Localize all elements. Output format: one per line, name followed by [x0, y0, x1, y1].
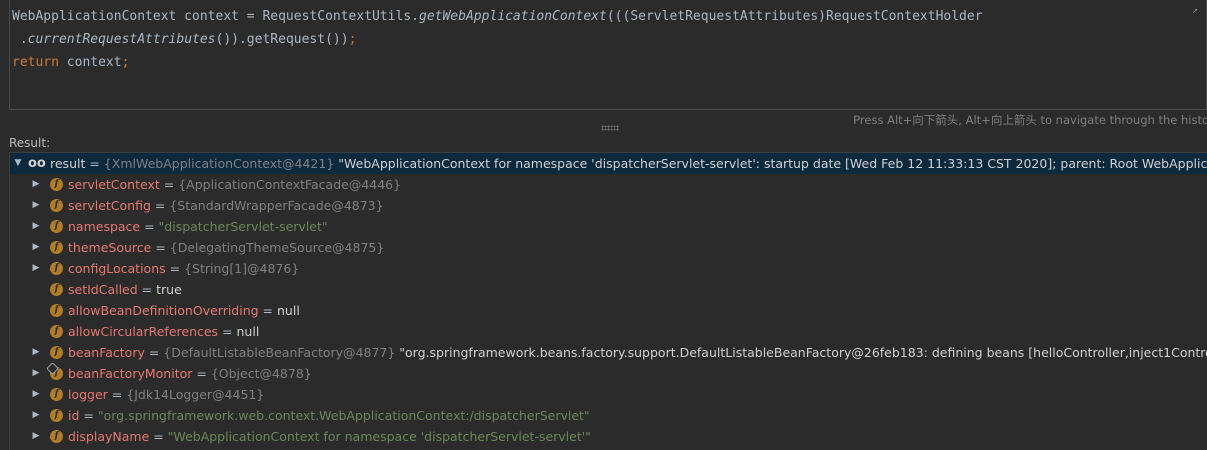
field-name: themeSource — [68, 240, 152, 255]
tree-row-allowBeanDefinitionOverriding[interactable]: f allowBeanDefinitionOverriding = null — [10, 300, 1207, 321]
tree-row-configLocations[interactable]: ▶ f configLocations = {String[1]@4876} — [10, 258, 1207, 279]
field-icon: f — [50, 388, 63, 401]
field-name: allowBeanDefinitionOverriding — [68, 303, 259, 318]
field-name: configLocations — [68, 261, 166, 276]
field-value: null — [236, 324, 260, 339]
field-icon: f — [50, 367, 63, 380]
chevron-right-icon[interactable]: ▶ — [31, 174, 41, 195]
tree-row-setIdCalled[interactable]: f setIdCalled = true — [10, 279, 1207, 300]
field-type: {StandardWrapperFacade@4873} — [169, 198, 384, 213]
equals-sign: = — [144, 345, 164, 360]
field-icon: f — [50, 346, 63, 359]
result-tree[interactable]: ▼ oo result = {XmlWebApplicationContext@… — [9, 152, 1207, 450]
tree-row-beanFactoryMonitor[interactable]: ▶ f beanFactoryMonitor = {Object@4878} — [10, 363, 1207, 384]
field-name: beanFactoryMonitor — [68, 366, 193, 381]
field-name: servletContext — [68, 177, 160, 192]
field-name: allowCircularReferences — [68, 324, 219, 339]
tree-row-themeSource[interactable]: ▶ f themeSource = {DelegatingThemeSource@4… — [10, 237, 1207, 258]
field-icon: f — [50, 220, 63, 233]
equals-sign: = — [151, 240, 170, 255]
field-string-value: "org.springframework.web.context.WebAppl… — [97, 408, 590, 423]
result-label: Result: — [9, 136, 51, 150]
chevron-right-icon[interactable]: ▶ — [31, 342, 41, 363]
chevron-right-icon[interactable]: ▶ — [31, 405, 41, 426]
chevron-right-icon[interactable]: ▶ — [31, 426, 41, 447]
equals-sign: = — [107, 387, 127, 402]
field-string-value: "dispatcherServlet-servlet" — [158, 219, 328, 234]
field-icon: f — [50, 199, 63, 212]
variable-description: "WebApplicationContext for namespace 'di… — [334, 156, 1207, 171]
tree-row-servletContext[interactable]: ▶ f servletContext = {ApplicationContextFa… — [10, 174, 1207, 195]
tree-row-result[interactable]: ▼ oo result = {XmlWebApplicationContext@… — [10, 153, 1207, 174]
splitter-handle[interactable] — [601, 125, 619, 131]
equals-sign: = — [159, 177, 179, 192]
field-string-value: "WebApplicationContext for namespace 'di… — [167, 429, 591, 444]
field-icon: f — [50, 262, 63, 275]
code-line-1: WebApplicationContext context = RequestC… — [12, 9, 983, 24]
field-icon: f — [50, 409, 63, 422]
equals-sign: = — [165, 261, 185, 276]
field-name: servletConfig — [68, 198, 151, 213]
field-icon: f — [50, 325, 63, 338]
equals-sign: = — [218, 324, 237, 339]
chevron-right-icon[interactable]: ▶ — [31, 258, 41, 279]
tree-row-allowCircularReferences[interactable]: f allowCircularReferences = null — [10, 321, 1207, 342]
collapse-icon[interactable]: ↗︎ — [1192, 6, 1202, 16]
tree-row-namespace[interactable]: ▶ f namespace = "dispatcherServlet-servlet… — [10, 216, 1207, 237]
equals-sign: = — [150, 198, 170, 213]
chevron-right-icon[interactable]: ▶ — [31, 384, 41, 405]
field-icon: f — [50, 283, 63, 296]
field-type: {Jdk14Logger@4451} — [126, 387, 265, 402]
chevron-right-icon[interactable]: ▶ — [31, 216, 41, 237]
equals-sign: = — [79, 408, 98, 423]
chevron-right-icon[interactable]: ▶ — [31, 363, 41, 384]
code-line-3: return context; — [12, 55, 130, 70]
tree-row-id[interactable]: ▶ f id = "org.springframework.web.context.… — [10, 405, 1207, 426]
evaluate-expression-window: WebApplicationContext context = RequestC… — [0, 0, 1207, 450]
field-icon: f — [50, 178, 63, 191]
field-type: {DelegatingThemeSource@4875} — [169, 240, 385, 255]
tree-row-beanFactory[interactable]: ▶ f beanFactory = {DefaultListableBeanFact… — [10, 342, 1207, 363]
tree-row-servletConfig[interactable]: ▶ f servletConfig = {StandardWrapperFacade… — [10, 195, 1207, 216]
field-value: true — [156, 282, 182, 297]
equals-sign: = — [140, 219, 159, 234]
equals-sign: = — [149, 429, 168, 444]
variable-type: {XmlWebApplicationContext@4421} — [103, 156, 335, 171]
field-name: setIdCalled — [68, 282, 138, 297]
chevron-right-icon[interactable]: ▶ — [31, 195, 41, 216]
field-description: "org.springframework.beans.factory.suppo… — [395, 345, 1207, 360]
field-icon: f — [50, 241, 63, 254]
field-type: {Object@4878} — [210, 366, 312, 381]
field-name: beanFactory — [68, 345, 145, 360]
equals-sign: = — [137, 282, 157, 297]
field-name: id — [68, 408, 80, 423]
tree-row-displayName[interactable]: ▶ f displayName = "WebApplicationContext f… — [10, 426, 1207, 447]
expression-editor[interactable]: WebApplicationContext context = RequestC… — [9, 0, 1207, 110]
chevron-right-icon[interactable]: ▶ — [31, 237, 41, 258]
chevron-down-icon[interactable]: ▼ — [13, 153, 23, 174]
field-type: {String[1]@4876} — [184, 261, 300, 276]
code-line-2: .currentRequestAttributes()).getRequest(… — [12, 32, 357, 47]
equals-sign: = — [258, 303, 277, 318]
equals-sign: = — [192, 366, 211, 381]
field-type: {ApplicationContextFacade@4446} — [178, 177, 402, 192]
field-name: logger — [68, 387, 108, 402]
field-icon: f — [50, 304, 63, 317]
infinity-icon: oo — [28, 156, 46, 171]
field-name: namespace — [68, 219, 141, 234]
field-name: displayName — [68, 429, 150, 444]
field-type: {DefaultListableBeanFactory@4877} — [163, 345, 396, 360]
field-value: null — [277, 303, 300, 318]
field-icon: f — [50, 430, 63, 443]
variable-name: result — [50, 156, 86, 171]
tree-row-logger[interactable]: ▶ f logger = {Jdk14Logger@4451} — [10, 384, 1207, 405]
